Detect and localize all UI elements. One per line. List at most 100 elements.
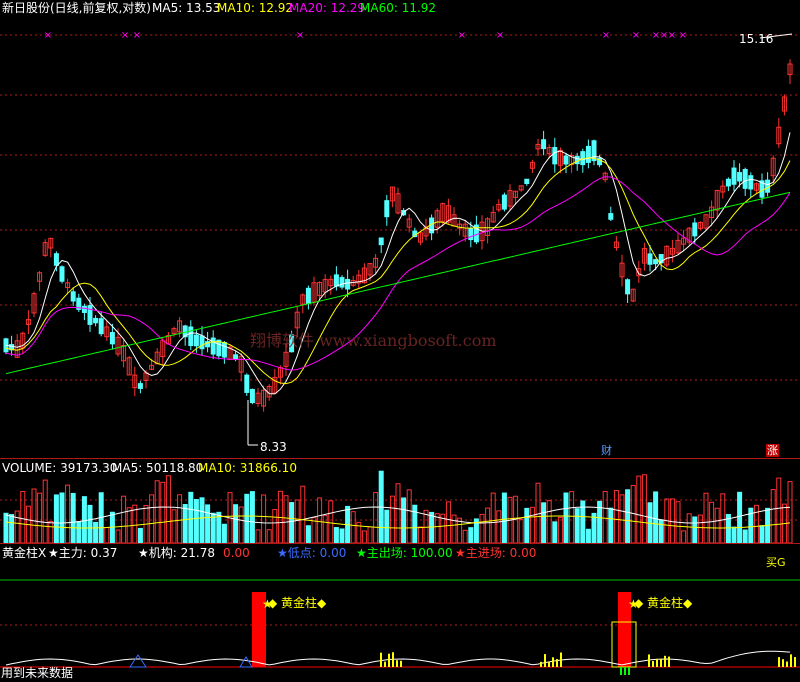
price-candle-body: [765, 179, 771, 193]
volume-bar: [160, 481, 166, 544]
signal-label-1: ◆ 黄金柱◆: [268, 596, 327, 610]
institution-extra-label: 0.00: [223, 546, 250, 560]
volume-bar: [261, 494, 267, 544]
price-candle-body: [81, 305, 87, 313]
price-candle-body: [737, 172, 743, 182]
price-candle-body: [585, 145, 591, 163]
indicator-yellow-bar: [778, 657, 780, 667]
future-data-warning: 用到未来数据: [1, 666, 74, 680]
volume-bar: [518, 518, 524, 544]
price-candle-body: [378, 237, 384, 246]
price-candle-body: [748, 175, 754, 190]
low-point-triangle: [129, 654, 147, 668]
volume-bar: [9, 514, 15, 544]
volume-bar: [333, 527, 339, 544]
price-candle-body: [345, 278, 351, 290]
price-candle-body: [653, 259, 659, 265]
price-candle-body: [608, 213, 614, 220]
volume-bar: [328, 500, 334, 544]
volume-bar: [563, 492, 569, 544]
volume-bar: [177, 494, 183, 544]
volume-bar: [703, 492, 709, 544]
volume-bar: [361, 530, 367, 544]
volume-ma5-label: MA5: 50118.80: [112, 461, 204, 475]
limit-up-badge[interactable]: 涨: [766, 444, 779, 457]
price-candle-body: [692, 222, 698, 237]
top-signal-marker: ×: [44, 30, 52, 41]
price-candle-body: [221, 342, 227, 358]
price-candle-body: [725, 178, 731, 187]
volume-bar: [137, 527, 143, 544]
indicator-yellow-bar: [790, 654, 792, 667]
volume-bar: [289, 502, 295, 544]
price-candle-body: [98, 318, 104, 335]
volume-bar: [753, 504, 759, 544]
indicator-yellow-bar: [648, 654, 650, 667]
volume-bar: [266, 529, 272, 544]
exit-tick: [620, 667, 622, 675]
volume-bar: [20, 491, 26, 544]
volume-bar: [451, 514, 457, 544]
volume-bar: [697, 514, 703, 544]
price-candle-body: [53, 253, 59, 266]
volume-bar: [401, 497, 407, 544]
price-candle-body: [93, 317, 99, 324]
volume-bar: [132, 504, 138, 544]
volume-label: VOLUME: 39173.30: [2, 461, 118, 475]
volume-bar: [641, 474, 647, 544]
price-candle-body: [199, 335, 205, 350]
volume-bar: [233, 504, 239, 544]
volume-bar: [93, 521, 99, 544]
indicator-yellow-bar: [656, 658, 658, 667]
main-entry-label: ★主进场: 0.00: [455, 546, 537, 560]
volume-bar: [14, 510, 20, 544]
indicator-yellow-bar: [664, 655, 666, 667]
volume-bar: [613, 490, 619, 544]
price-candle-body: [731, 167, 737, 185]
volume-bar: [658, 519, 664, 544]
indicator-name: 黄金柱X: [2, 546, 47, 560]
price-candle-body: [339, 277, 345, 288]
volume-bar: [742, 529, 748, 544]
volume-bar: [636, 475, 642, 544]
volume-bar: [770, 489, 776, 544]
volume-bar: [541, 502, 547, 544]
price-candle-body: [541, 139, 547, 150]
volume-bar: [395, 483, 401, 544]
top-signal-marker: ×: [458, 30, 466, 41]
volume-bar: [76, 521, 82, 544]
volume-bar: [417, 526, 423, 544]
volume-bar: [714, 507, 720, 544]
volume-bar: [529, 506, 535, 544]
volume-bar: [429, 511, 435, 544]
indicator-yellow-bar: [552, 657, 554, 667]
price-candle-body: [384, 200, 390, 218]
top-signal-marker: ×: [121, 30, 129, 41]
price-candle-body: [109, 332, 115, 345]
exit-tick: [624, 667, 626, 675]
volume-bar: [468, 527, 474, 544]
volume-bar: [205, 504, 211, 544]
volume-bar: [569, 491, 575, 544]
finance-badge[interactable]: 财: [600, 444, 613, 457]
price-candle-body: [625, 279, 631, 295]
main-force-label: ★主力: 0.37: [48, 546, 118, 560]
volume-bar: [3, 512, 9, 544]
price-candle-body: [468, 228, 474, 241]
volume-bar: [339, 528, 345, 544]
indicator-yellow-bar: [380, 652, 382, 667]
volume-bar: [249, 491, 255, 544]
volume-bar: [59, 492, 65, 544]
volume-bar: [669, 498, 675, 544]
indicator-yellow-bar: [668, 656, 670, 667]
price-candle-body: [524, 178, 530, 184]
stock-chart-window: { "colors": { "background": "#000000", "…: [0, 0, 800, 682]
indicator-yellow-bar: [400, 660, 402, 667]
volume-bar: [490, 492, 496, 544]
institution-label: ★机构: 21.78: [138, 546, 215, 560]
indicator-yellow-bar: [560, 652, 562, 667]
volume-bar: [462, 529, 468, 544]
volume-bar: [585, 528, 591, 544]
high-price-label: 15.16: [739, 32, 774, 46]
top-signal-marker: ×: [296, 30, 304, 41]
